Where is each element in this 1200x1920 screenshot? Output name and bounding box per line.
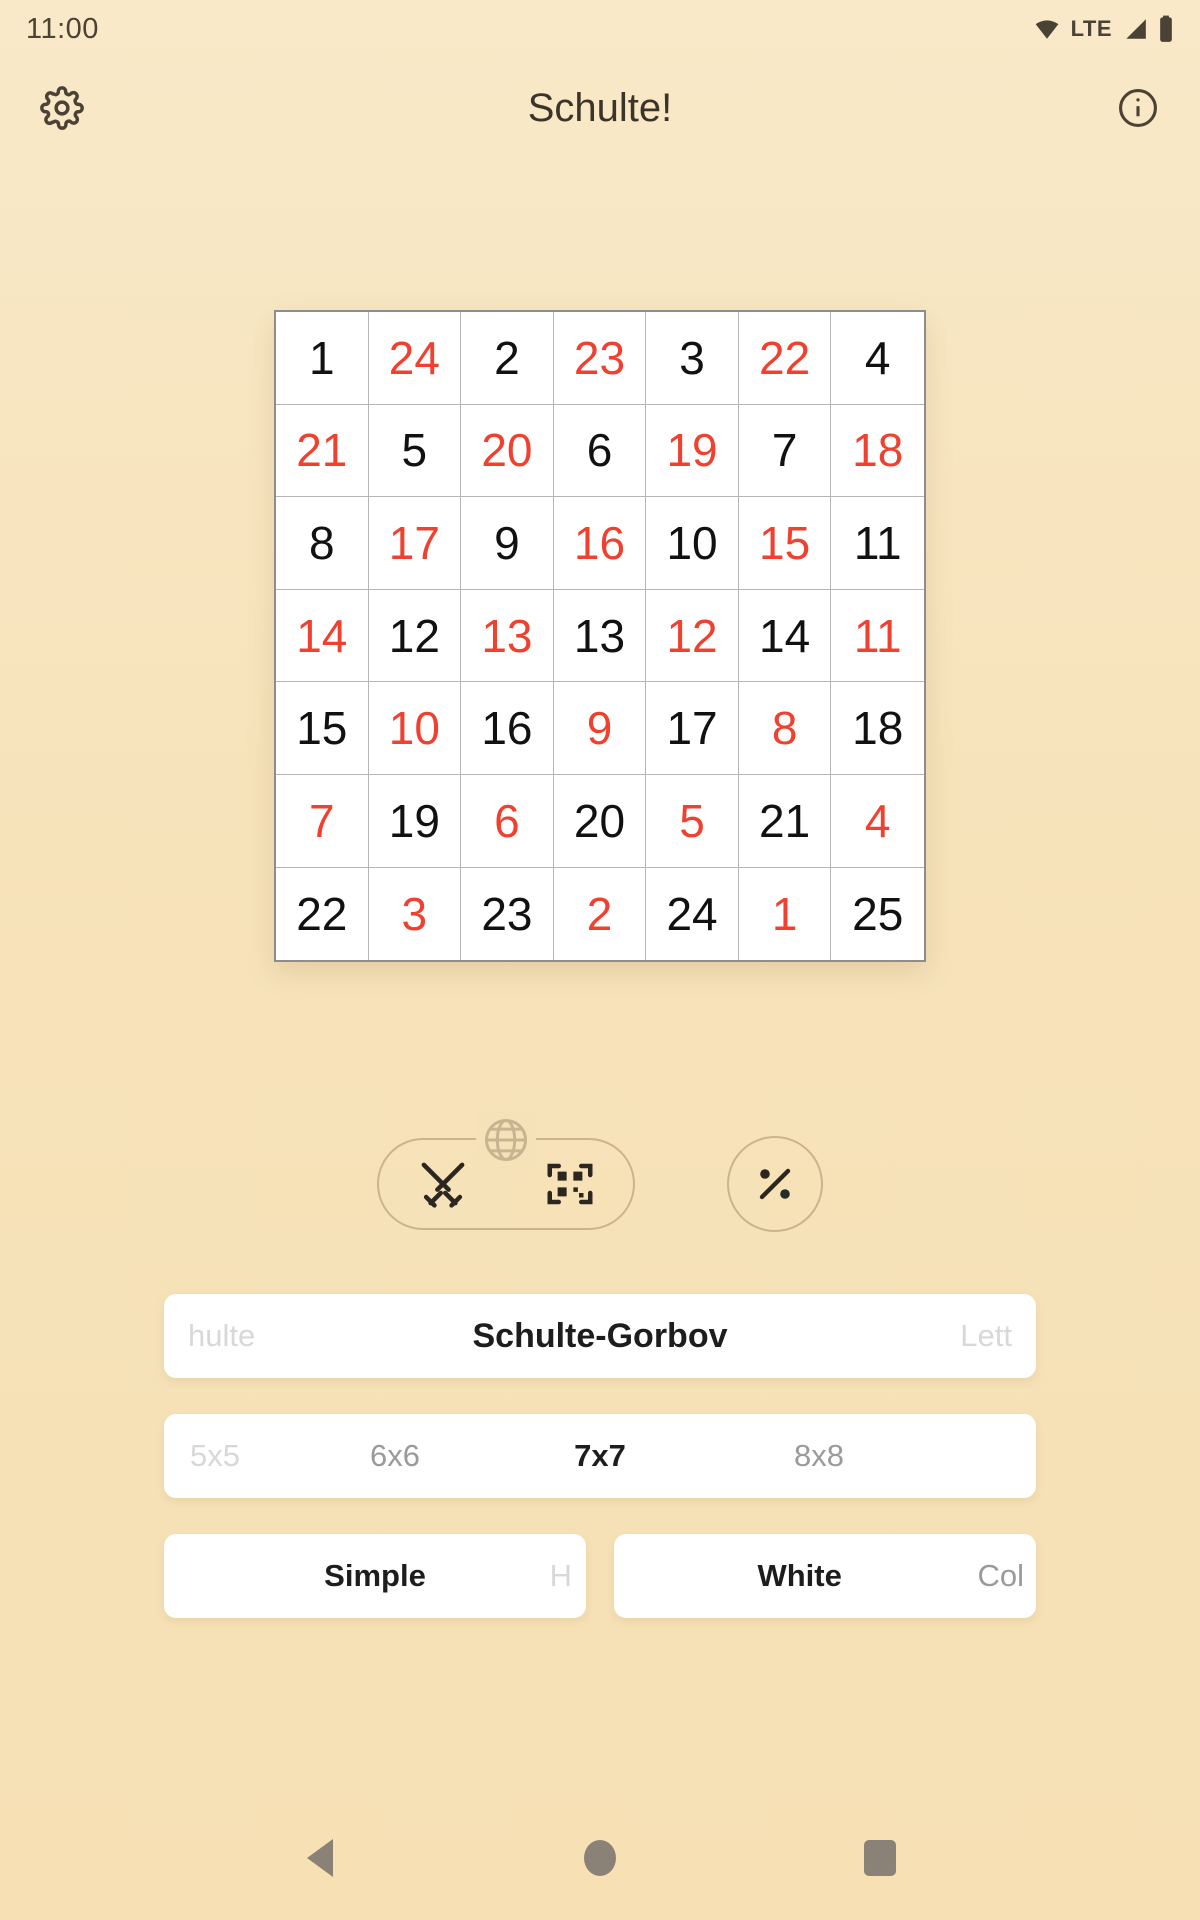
size-picker[interactable]: 5x5 6x6 7x7 8x8 — [164, 1414, 1036, 1499]
page-title: Schulte! — [527, 85, 673, 130]
grid-cell[interactable]: 2 — [461, 312, 554, 405]
grid-cell[interactable]: 19 — [368, 774, 462, 868]
grid-cell[interactable]: 8 — [276, 497, 369, 590]
grid-cell[interactable]: 24 — [646, 867, 739, 961]
grid-cell[interactable]: 3 — [646, 312, 739, 405]
grid-cell[interactable]: 6 — [461, 774, 554, 868]
status-bar-clock: 11:00 — [26, 12, 99, 45]
mode-option-prev[interactable]: hulte — [188, 1318, 255, 1354]
signal-icon — [1121, 16, 1149, 42]
status-bar: 11:00 LTE — [0, 0, 1200, 58]
status-bar-icons: LTE — [1032, 15, 1174, 43]
control-row — [0, 1110, 1200, 1244]
grid-cell[interactable]: 17 — [368, 497, 462, 590]
grid-cell[interactable]: 15 — [276, 682, 369, 775]
wifi-icon — [1032, 16, 1062, 42]
crossed-swords-icon[interactable] — [408, 1149, 478, 1219]
grid-cell[interactable]: 1 — [738, 867, 832, 961]
grid-cell[interactable]: 22 — [276, 867, 369, 961]
grid-cell[interactable]: 14 — [738, 589, 832, 683]
grid-cell[interactable]: 9 — [461, 497, 554, 590]
grid-cell[interactable]: 19 — [646, 404, 739, 498]
grid-cell[interactable]: 17 — [646, 682, 739, 775]
grid-cell[interactable]: 13 — [553, 589, 647, 683]
grid-cell[interactable]: 7 — [276, 774, 369, 868]
grid-cell[interactable]: 9 — [553, 682, 647, 775]
app-root: 11:00 LTE Schulte! 1 24 2 23 3 22 4 21 5… — [0, 0, 1200, 1920]
size-option-7x7[interactable]: 7x7 — [574, 1438, 626, 1474]
grid-cell[interactable]: 11 — [831, 497, 924, 590]
grid-cell[interactable]: 18 — [831, 404, 924, 498]
grid-cell[interactable]: 15 — [738, 497, 832, 590]
size-option-6x6[interactable]: 6x6 — [370, 1438, 420, 1474]
style-color-row: Simple H White Col — [164, 1534, 1036, 1619]
grid-cell[interactable]: 24 — [368, 312, 462, 405]
grid-cell[interactable]: 20 — [461, 404, 554, 498]
app-bar: Schulte! — [0, 58, 1200, 158]
mode-pill — [377, 1110, 635, 1231]
grid-cell[interactable]: 21 — [738, 774, 832, 868]
grid-cell[interactable]: 5 — [646, 774, 739, 868]
gear-icon[interactable] — [30, 76, 94, 140]
battery-icon — [1158, 15, 1174, 43]
grid-cell[interactable]: 4 — [831, 312, 924, 405]
grid-cell[interactable]: 3 — [368, 867, 462, 961]
grid-cell[interactable]: 12 — [368, 589, 462, 683]
grid-cell[interactable]: 22 — [738, 312, 832, 405]
grid-cell[interactable]: 12 — [646, 589, 739, 683]
info-icon[interactable] — [1106, 76, 1170, 140]
grid-cell[interactable]: 25 — [831, 867, 924, 961]
grid-cell[interactable]: 6 — [553, 404, 647, 498]
style-option-next[interactable]: H — [550, 1558, 572, 1594]
mode-option-selected[interactable]: Schulte-Gorbov — [472, 1317, 727, 1356]
network-type-label: LTE — [1070, 16, 1112, 41]
qr-code-icon[interactable] — [535, 1149, 605, 1219]
grid-cell[interactable]: 20 — [553, 774, 647, 868]
grid-cell[interactable]: 5 — [368, 404, 462, 498]
grid-cell[interactable]: 23 — [461, 867, 554, 961]
mode-picker[interactable]: hulte Schulte-Gorbov Lett — [164, 1294, 1036, 1379]
settings-pickers: hulte Schulte-Gorbov Lett 5x5 6x6 7x7 8x… — [0, 1294, 1200, 1619]
grid-cell[interactable]: 10 — [646, 497, 739, 590]
grid-cell[interactable]: 10 — [368, 682, 462, 775]
grid-cell[interactable]: 8 — [738, 682, 832, 775]
grid-cell[interactable]: 16 — [461, 682, 554, 775]
percent-icon[interactable] — [727, 1136, 823, 1233]
grid-cell[interactable]: 16 — [553, 497, 647, 590]
mode-option-next[interactable]: Lett — [960, 1318, 1012, 1354]
size-option-8x8[interactable]: 8x8 — [794, 1438, 844, 1474]
style-option-selected[interactable]: Simple — [324, 1558, 426, 1594]
schulte-grid[interactable]: 1 24 2 23 3 22 4 21 5 20 6 19 7 18 8 17 9 16 10 15 11 14 12 13 1… — [274, 310, 926, 963]
android-nav-bar — [0, 1810, 1200, 1920]
recents-button[interactable] — [850, 1828, 910, 1888]
grid-cell[interactable]: 2 — [553, 867, 647, 961]
grid-cell[interactable]: 13 — [461, 589, 554, 683]
globe-icon[interactable] — [476, 1110, 536, 1171]
grid-cell[interactable]: 23 — [553, 312, 647, 405]
board-container: 1 24 2 23 3 22 4 21 5 20 6 19 7 18 8 17 9 16 10 15 11 14 12 13 1… — [0, 310, 1200, 963]
back-button[interactable] — [290, 1828, 350, 1888]
color-option-selected[interactable]: White — [757, 1558, 841, 1594]
grid-cell[interactable]: 1 — [276, 312, 369, 405]
grid-cell[interactable]: 4 — [831, 774, 924, 868]
grid-cell[interactable]: 18 — [831, 682, 924, 775]
color-picker[interactable]: White Col — [614, 1534, 1036, 1619]
home-button[interactable] — [570, 1828, 630, 1888]
size-option-5x5[interactable]: 5x5 — [190, 1438, 240, 1474]
grid-cell[interactable]: 14 — [276, 589, 369, 683]
grid-cell[interactable]: 7 — [738, 404, 832, 498]
color-option-next[interactable]: Col — [977, 1558, 1024, 1594]
grid-cell[interactable]: 11 — [831, 589, 924, 683]
style-picker[interactable]: Simple H — [164, 1534, 586, 1619]
grid-cell[interactable]: 21 — [276, 404, 369, 498]
